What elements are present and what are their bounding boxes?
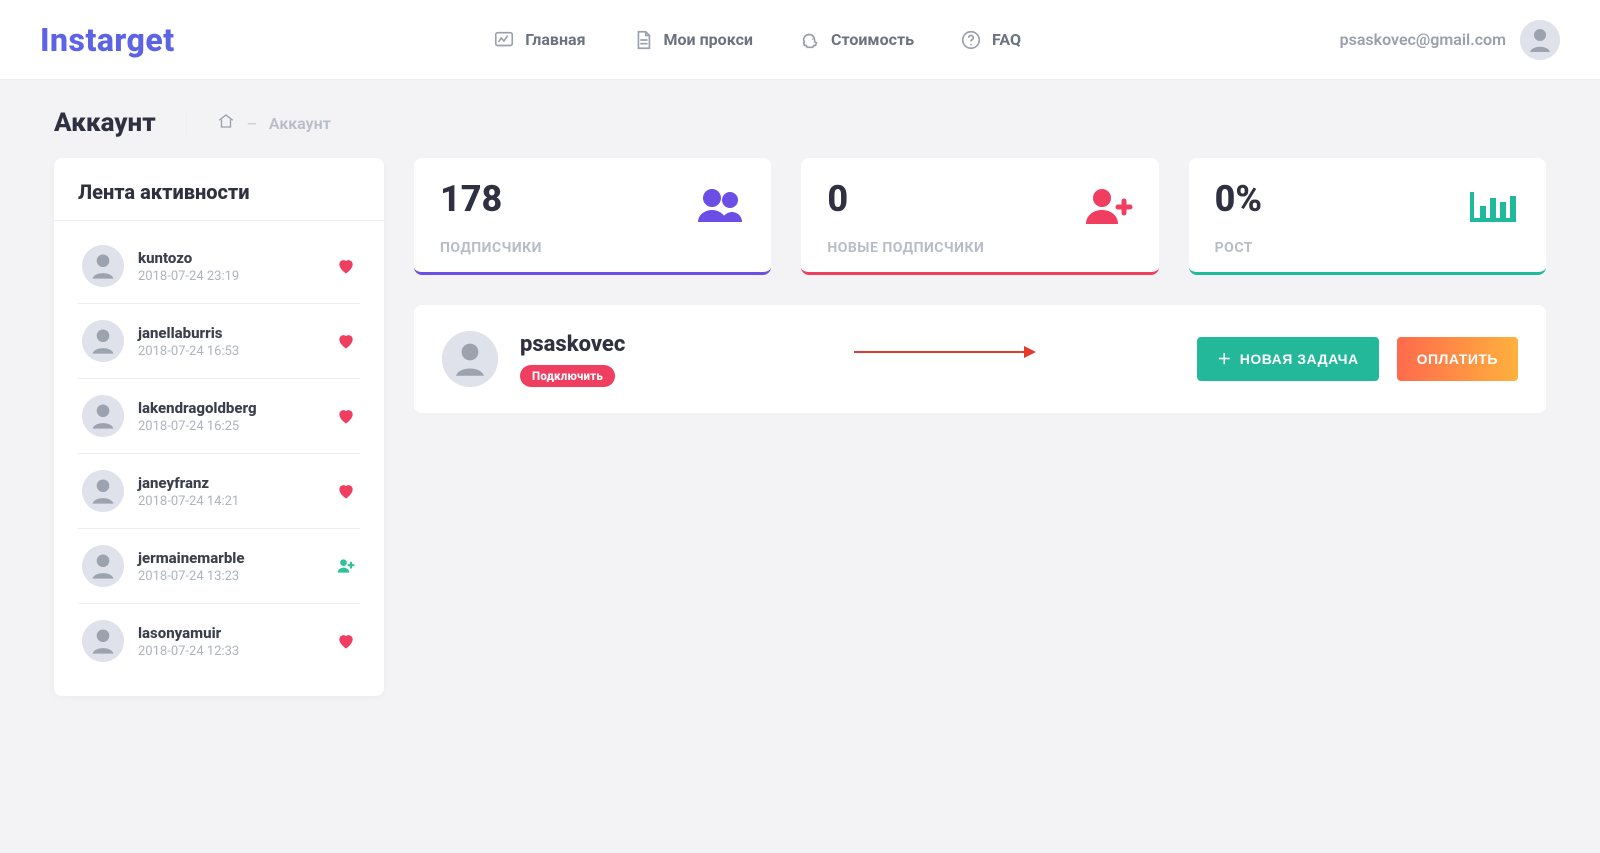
activity-meta: janellaburris 2018-07-24 16:53	[138, 324, 239, 359]
activity-feed: kuntozo 2018-07-24 23:19 janellaburris 2018…	[78, 221, 360, 686]
follow-icon	[336, 556, 356, 576]
user-plus-icon	[1077, 184, 1137, 228]
page-title: Аккаунт	[54, 108, 156, 138]
brand-logo[interactable]: Instarget	[40, 21, 175, 59]
connect-chip[interactable]: Подключить	[520, 365, 615, 387]
stat-growth-label: РОСТ	[1215, 240, 1520, 256]
nav-faq[interactable]: FAQ	[954, 21, 1027, 59]
activity-meta: jermainemarble 2018-07-24 13:23	[138, 549, 244, 584]
pay-button[interactable]: ОПЛАТИТЬ	[1397, 337, 1518, 381]
heart-icon	[336, 406, 356, 426]
activity-title: Лента активности	[78, 180, 360, 204]
activity-meta: janeyfranz 2018-07-24 14:21	[138, 474, 239, 509]
heart-icon	[336, 481, 356, 501]
stat-followers: 178 ПОДПИСЧИКИ	[414, 158, 771, 275]
nav-home-label: Главная	[525, 30, 585, 49]
activity-time: 2018-07-24 13:23	[138, 569, 244, 584]
home-icon[interactable]	[217, 112, 235, 134]
activity-avatar	[82, 245, 124, 287]
account-username: psaskovec	[520, 332, 625, 357]
pay-label: ОПЛАТИТЬ	[1417, 351, 1498, 367]
nav-faq-label: FAQ	[992, 30, 1021, 49]
activity-item[interactable]: lakendragoldberg 2018-07-24 16:25	[78, 379, 360, 454]
question-icon	[960, 29, 982, 51]
stat-followers-label: ПОДПИСЧИКИ	[440, 240, 745, 256]
user-menu[interactable]: psaskovec@gmail.com	[1340, 20, 1560, 60]
activity-item[interactable]: janellaburris 2018-07-24 16:53	[78, 304, 360, 379]
activity-time: 2018-07-24 16:25	[138, 419, 257, 434]
activity-time: 2018-07-24 16:53	[138, 344, 239, 359]
activity-item[interactable]: kuntozo 2018-07-24 23:19	[78, 229, 360, 304]
account-card: psaskovec Подключить ＋ НОВАЯ ЗАДАЧА ОПЛА…	[414, 305, 1546, 413]
page-header: Аккаунт – Аккаунт	[0, 80, 1600, 148]
activity-item[interactable]: lasonyamuir 2018-07-24 12:33	[78, 604, 360, 678]
stats-row: 178 ПОДПИСЧИКИ 0	[414, 158, 1546, 275]
heart-icon	[336, 256, 356, 276]
heart-icon	[336, 631, 356, 651]
content-column: 178 ПОДПИСЧИКИ 0	[414, 158, 1546, 696]
activity-time: 2018-07-24 12:33	[138, 644, 239, 659]
activity-time: 2018-07-24 14:21	[138, 494, 239, 509]
activity-meta: lasonyamuir 2018-07-24 12:33	[138, 624, 239, 659]
header-divider	[186, 110, 187, 136]
nav-pricing[interactable]: Стоимость	[793, 21, 920, 59]
piggy-icon	[799, 29, 821, 51]
breadcrumb-separator: –	[247, 114, 257, 133]
activity-item[interactable]: janeyfranz 2018-07-24 14:21	[78, 454, 360, 529]
users-icon	[689, 184, 749, 228]
activity-meta: kuntozo 2018-07-24 23:19	[138, 249, 239, 284]
stat-new-followers-label: НОВЫЕ ПОДПИСЧИКИ	[827, 240, 1132, 256]
primary-nav: Главная Мои прокси Стоимость FAQ	[487, 21, 1027, 59]
activity-username: lakendragoldberg	[138, 399, 257, 417]
nav-pricing-label: Стоимость	[831, 30, 914, 49]
chart-icon	[493, 29, 515, 51]
nav-home[interactable]: Главная	[487, 21, 591, 59]
activity-meta: lakendragoldberg 2018-07-24 16:25	[138, 399, 257, 434]
activity-avatar	[82, 620, 124, 662]
activity-username: kuntozo	[138, 249, 239, 267]
main-layout: Лента активности kuntozo 2018-07-24 23:19…	[0, 148, 1600, 746]
activity-time: 2018-07-24 23:19	[138, 269, 239, 284]
activity-username: lasonyamuir	[138, 624, 239, 642]
user-email: psaskovec@gmail.com	[1340, 30, 1506, 49]
new-task-label: НОВАЯ ЗАДАЧА	[1240, 351, 1359, 367]
activity-avatar	[82, 395, 124, 437]
activity-avatar	[82, 545, 124, 587]
user-avatar[interactable]	[1520, 20, 1560, 60]
breadcrumb-current: Аккаунт	[269, 114, 331, 133]
nav-proxies[interactable]: Мои прокси	[626, 21, 759, 59]
activity-card: Лента активности kuntozo 2018-07-24 23:19…	[54, 158, 384, 696]
breadcrumb: – Аккаунт	[217, 112, 331, 134]
document-icon	[632, 29, 654, 51]
annotation-arrow	[854, 351, 1034, 353]
activity-avatar	[82, 470, 124, 512]
stat-new-followers: 0 НОВЫЕ ПОДПИСЧИКИ	[801, 158, 1158, 275]
plus-icon: ＋	[1217, 349, 1232, 369]
account-avatar	[442, 331, 498, 387]
bar-chart-icon	[1464, 184, 1524, 228]
activity-avatar	[82, 320, 124, 362]
activity-username: janellaburris	[138, 324, 239, 342]
nav-proxies-label: Мои прокси	[664, 30, 753, 49]
stat-growth: 0% РОСТ	[1189, 158, 1546, 275]
account-actions: ＋ НОВАЯ ЗАДАЧА ОПЛАТИТЬ	[1197, 337, 1518, 381]
topbar: Instarget Главная Мои прокси Стоимость F…	[0, 0, 1600, 80]
activity-item[interactable]: jermainemarble 2018-07-24 13:23	[78, 529, 360, 604]
heart-icon	[336, 331, 356, 351]
activity-username: janeyfranz	[138, 474, 239, 492]
activity-username: jermainemarble	[138, 549, 244, 567]
new-task-button[interactable]: ＋ НОВАЯ ЗАДАЧА	[1197, 337, 1378, 381]
account-meta: psaskovec Подключить	[520, 332, 625, 387]
